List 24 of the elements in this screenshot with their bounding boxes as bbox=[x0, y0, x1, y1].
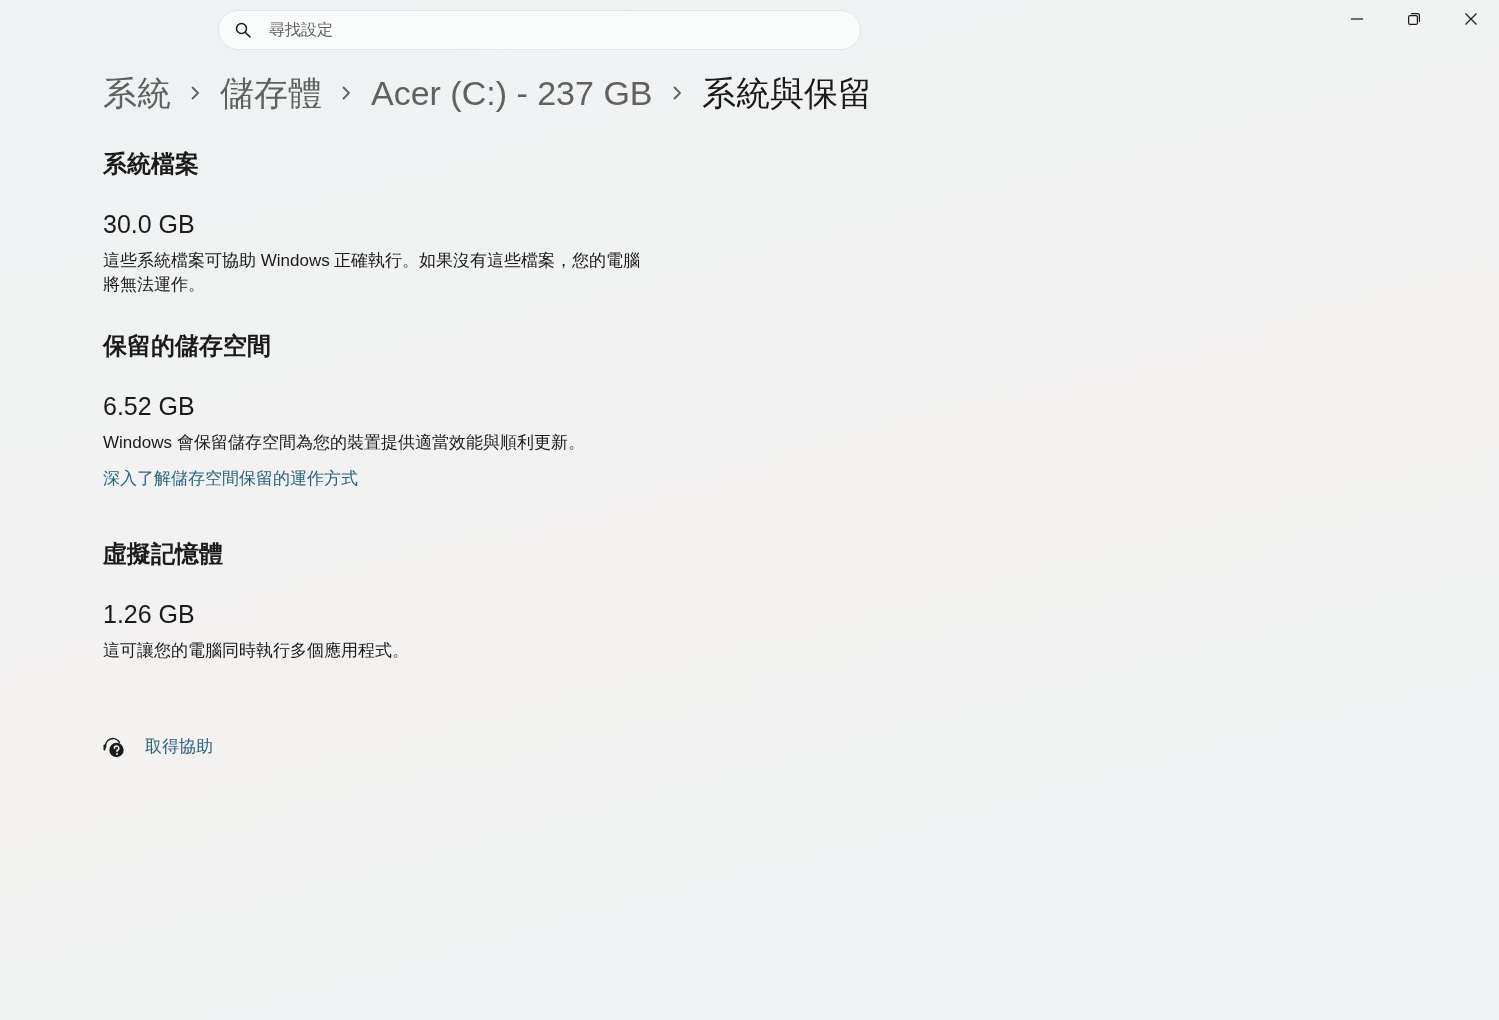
breadcrumb-current: 系統與保留 bbox=[701, 73, 872, 114]
breadcrumb-link[interactable]: Acer (C:) - 237 GB bbox=[371, 71, 653, 115]
section-heading: 虛擬記憶體 bbox=[103, 539, 223, 569]
breadcrumb-link[interactable]: 系統 bbox=[103, 71, 171, 115]
search-icon bbox=[235, 22, 251, 38]
help-icon bbox=[103, 736, 125, 758]
description-text: 這些系統檔案可協助 Windows 正確執行。如果沒有這些檔案，您的電腦將無法運作。 bbox=[103, 250, 642, 296]
close-icon bbox=[1464, 13, 1477, 25]
learn-more-link[interactable]: 深入了解儲存空間保留的運作方式 bbox=[103, 467, 358, 491]
help-link[interactable]: 取得協助 bbox=[145, 735, 213, 759]
restore-icon bbox=[1407, 13, 1420, 25]
section-heading: 系統檔案 bbox=[103, 149, 199, 179]
search-field[interactable]: 尋找設定 bbox=[218, 10, 861, 50]
chevron-right-icon bbox=[672, 86, 682, 100]
chevron-right-icon bbox=[191, 86, 200, 100]
chevron-right-icon bbox=[342, 86, 351, 100]
breadcrumb-link[interactable]: 儲存體 bbox=[220, 71, 322, 115]
storage-size: 30.0 GB bbox=[103, 209, 195, 240]
description-text: Windows 會保留儲存空間為您的裝置提供適當效能與順利更新。 bbox=[103, 432, 586, 454]
section-heading: 保留的儲存空間 bbox=[103, 331, 271, 361]
description-text: 這可讓您的電腦同時執行多個應用程式。 bbox=[103, 640, 410, 662]
storage-size: 6.52 GB bbox=[103, 391, 195, 422]
minimize-icon bbox=[1350, 18, 1363, 20]
storage-size: 1.26 GB bbox=[103, 599, 195, 630]
